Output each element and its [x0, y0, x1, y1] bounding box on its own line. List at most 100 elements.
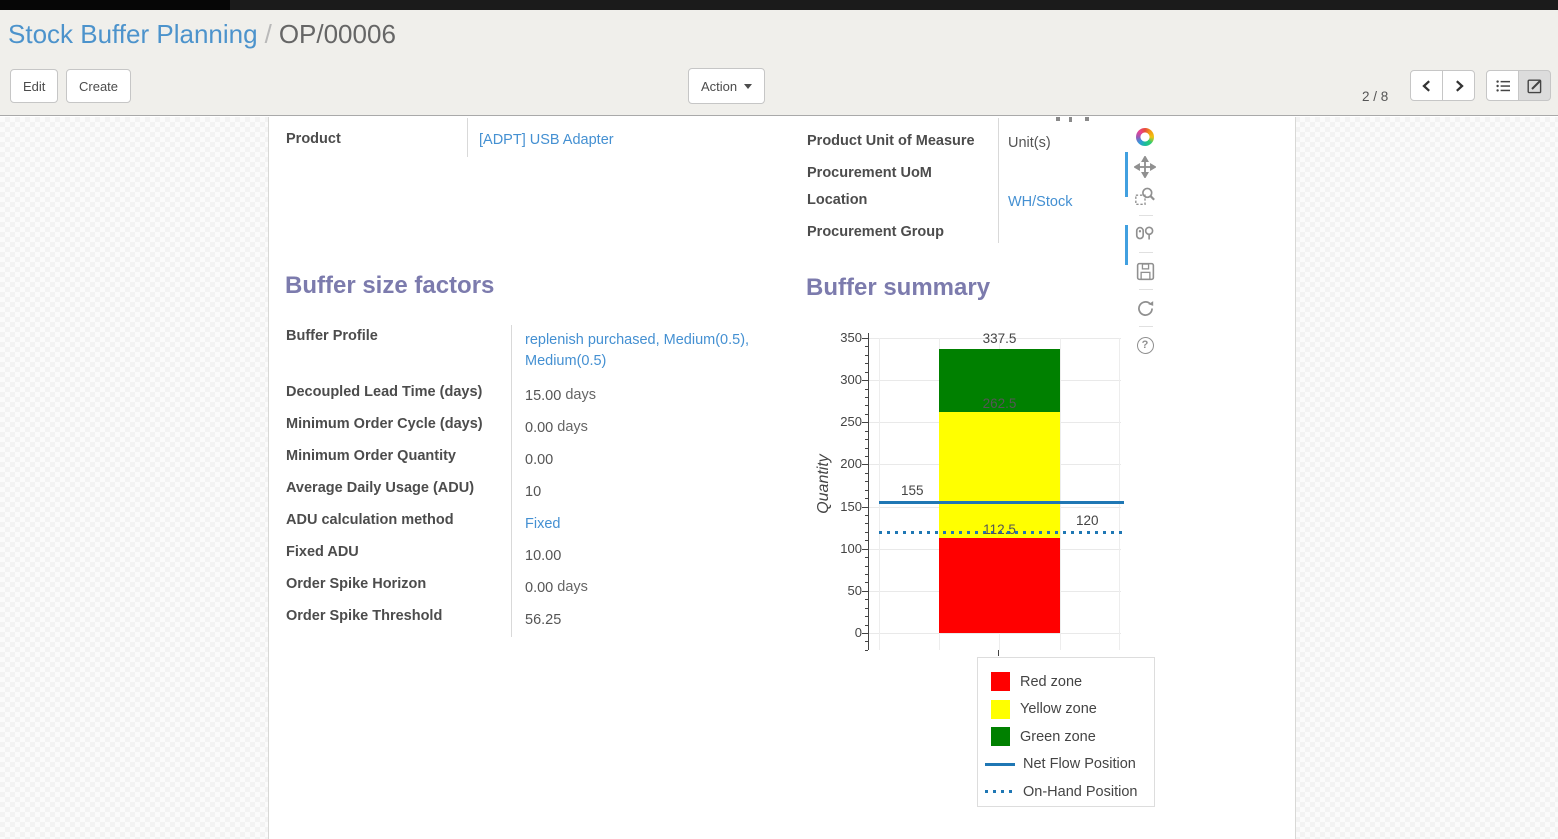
form-view-button[interactable]: [1518, 70, 1551, 101]
y-minor-tick: [865, 414, 868, 415]
bar-value-label: 112.5: [939, 522, 1060, 537]
min-order-cycle-label: Minimum Order Cycle (days): [286, 413, 511, 445]
procurement-uom-label: Procurement UoM: [807, 165, 932, 181]
buffer-summary-chart[interactable]: Quantity 050100150200250300350155120337.…: [806, 325, 1166, 665]
form-sheet: Product [ADPT] USB Adapter Product Unit …: [268, 117, 1296, 839]
y-minor-tick: [865, 431, 868, 432]
y-minor-tick: [865, 650, 868, 651]
legend-line-icon: [985, 790, 1015, 793]
breadcrumb-parent-link[interactable]: Stock Buffer Planning: [8, 19, 258, 49]
net-flow-position-line: [879, 501, 1124, 504]
y-major-tick: [862, 422, 868, 423]
adu-method-label: ADU calculation method: [286, 509, 511, 541]
chevron-down-icon: [744, 84, 752, 89]
control-panel: Stock Buffer Planning/OP/00006 Edit Crea…: [0, 10, 1558, 116]
reset-axes-icon[interactable]: [1131, 293, 1159, 323]
y-minor-tick: [865, 439, 868, 440]
x-major-tick: [998, 650, 999, 656]
save-icon[interactable]: [1131, 256, 1159, 286]
product-uom-value: Unit(s): [1008, 135, 1051, 151]
y-minor-tick: [865, 566, 868, 567]
pager-next-button[interactable]: [1442, 70, 1475, 101]
gridline-v: [1060, 338, 1061, 650]
help-icon[interactable]: ?: [1131, 330, 1159, 360]
y-minor-tick: [865, 355, 868, 356]
breadcrumb-current: OP/00006: [279, 19, 396, 49]
y-minor-tick: [865, 363, 868, 364]
adu-value: 10: [525, 484, 541, 500]
y-minor-tick: [865, 625, 868, 626]
unit-suffix: days: [557, 419, 588, 435]
legend-item-yellow-zone[interactable]: Yellow zone: [991, 696, 1154, 724]
location-value-link[interactable]: WH/Stock: [1008, 194, 1072, 210]
modebar-accent-bar: [1125, 152, 1128, 197]
edit-button[interactable]: Edit: [10, 69, 58, 103]
field-row: ADU calculation method Fixed: [286, 509, 774, 541]
pan-icon[interactable]: [1131, 152, 1159, 182]
legend-item-on-hand-position[interactable]: On-Hand Position: [991, 778, 1154, 806]
product-uom-label: Product Unit of Measure: [807, 133, 975, 149]
list-view-button[interactable]: [1486, 70, 1519, 101]
y-tick-label: 150: [820, 499, 862, 514]
box-zoom-icon[interactable]: [1131, 182, 1159, 212]
modebar-separator: [1139, 326, 1153, 327]
action-dropdown-label: Action: [701, 79, 737, 94]
buffer-profile-label: Buffer Profile: [286, 325, 511, 381]
decoupled-lead-time-value: 15.00: [525, 388, 561, 404]
plotly-logo-icon[interactable]: [1131, 122, 1159, 152]
action-dropdown-button[interactable]: Action: [688, 68, 765, 104]
y-major-tick: [862, 464, 868, 465]
field-row: Minimum Order Cycle (days) 0.00 days: [286, 413, 774, 445]
order-spike-horizon-label: Order Spike Horizon: [286, 573, 511, 605]
breadcrumb-separator: /: [258, 19, 279, 49]
y-major-tick: [862, 591, 868, 592]
gridline-h: [868, 633, 1121, 634]
create-button[interactable]: Create: [66, 69, 131, 103]
y-minor-tick: [865, 641, 868, 642]
y-major-tick: [862, 338, 868, 339]
modebar-separator: [1139, 215, 1153, 216]
compare-hover-icon[interactable]: [1131, 219, 1159, 249]
y-minor-tick: [865, 456, 868, 457]
red-zone-bar[interactable]: [939, 538, 1060, 633]
y-minor-tick: [865, 616, 868, 617]
legend-item-green-zone[interactable]: Green zone: [991, 723, 1154, 751]
legend-label: Net Flow Position: [1023, 756, 1136, 772]
adu-label: Average Daily Usage (ADU): [286, 477, 511, 509]
adu-method-value-link[interactable]: Fixed: [525, 516, 560, 532]
y-minor-tick: [865, 473, 868, 474]
legend-item-red-zone[interactable]: Red zone: [991, 668, 1154, 696]
product-value-link[interactable]: [ADPT] USB Adapter: [479, 132, 614, 148]
y-minor-tick: [865, 540, 868, 541]
fixed-adu-label: Fixed ADU: [286, 541, 511, 573]
legend-swatch-icon: [991, 727, 1010, 746]
field-separator: [998, 118, 999, 243]
y-minor-tick: [865, 389, 868, 390]
view-switcher: [1486, 70, 1551, 101]
form-view-icon: [1527, 78, 1543, 94]
legend-item-net-flow-position[interactable]: Net Flow Position: [991, 751, 1154, 779]
unit-suffix: days: [557, 579, 588, 595]
order-spike-horizon-value: 0.00: [525, 580, 553, 596]
y-major-tick: [862, 633, 868, 634]
y-tick-label: 50: [820, 583, 862, 598]
buffer-profile-value-link[interactable]: replenish purchased, Medium(0.5), Medium…: [525, 332, 749, 369]
bar-value-label: 337.5: [939, 331, 1060, 346]
y-minor-tick: [865, 532, 868, 533]
y-minor-tick: [865, 346, 868, 347]
pager-previous-button[interactable]: [1410, 70, 1443, 101]
order-spike-threshold-value: 56.25: [525, 612, 561, 628]
chevron-left-icon: [1420, 78, 1434, 94]
legend-label: On-Hand Position: [1023, 784, 1137, 800]
y-minor-tick: [865, 397, 868, 398]
y-tick-label: 250: [820, 414, 862, 429]
y-minor-tick: [865, 608, 868, 609]
y-minor-tick: [865, 582, 868, 583]
unit-suffix: days: [565, 387, 596, 403]
view-background: Product [ADPT] USB Adapter Product Unit …: [0, 117, 1558, 839]
yellow-zone-bar[interactable]: [939, 412, 1060, 538]
y-major-tick: [862, 549, 868, 550]
breadcrumb: Stock Buffer Planning/OP/00006: [8, 19, 396, 50]
y-minor-tick: [865, 481, 868, 482]
modebar-separator: [1139, 252, 1153, 253]
